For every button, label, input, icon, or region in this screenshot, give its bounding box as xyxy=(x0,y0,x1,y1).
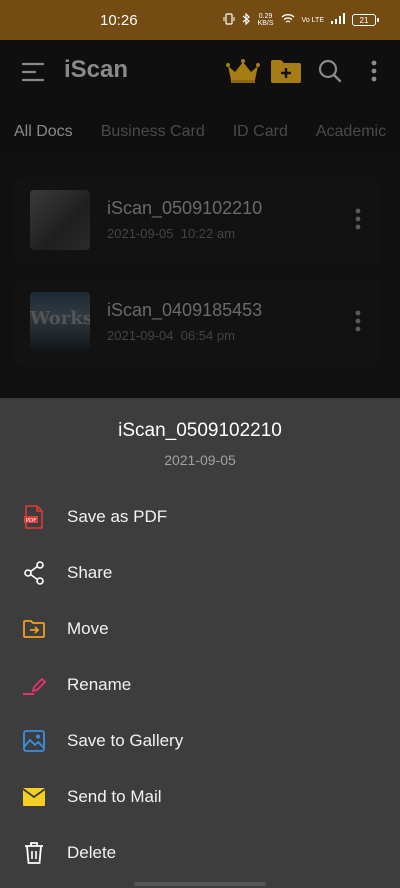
mail-icon xyxy=(22,785,46,809)
add-folder-icon[interactable] xyxy=(270,58,302,89)
tab-academic[interactable]: Academic xyxy=(302,104,400,156)
action-label: Rename xyxy=(67,675,132,694)
home-indicator[interactable] xyxy=(134,882,266,886)
document-name: iScan_0509102210 xyxy=(107,198,263,218)
document-date-value: 2021-09-04 xyxy=(107,328,174,343)
pdf-icon: PDF xyxy=(22,505,46,529)
more-options-icon[interactable] xyxy=(370,59,378,88)
crown-icon[interactable] xyxy=(226,58,260,89)
thumbnail-text: Works® xyxy=(30,308,90,329)
tab-all-docs[interactable]: All Docs xyxy=(0,104,87,158)
document-name: iScan_0409185453 xyxy=(107,300,263,320)
save-to-gallery-button[interactable]: Save to Gallery xyxy=(0,716,400,766)
search-icon[interactable] xyxy=(318,59,342,88)
document-thumbnail: Works® xyxy=(30,292,90,352)
app-bar: iScan xyxy=(0,40,400,104)
sheet-title: iScan_0509102210 xyxy=(118,420,282,441)
action-label: Share xyxy=(67,563,113,582)
sheet-date: 2021-09-05 xyxy=(164,452,236,468)
document-actions-sheet: iScan_0509102210 2021-09-05 PDF Save as … xyxy=(0,398,400,888)
app-title: iScan xyxy=(64,56,129,83)
document-list: iScan_0509102210 2021-09-05 10:22 am Wor… xyxy=(0,156,400,400)
save-as-pdf-button[interactable]: PDF Save as PDF xyxy=(0,492,400,542)
category-tabs: All Docs Business Card ID Card Academic xyxy=(0,104,400,158)
speed-value: 0.29 xyxy=(258,13,273,20)
battery-icon: 21 xyxy=(352,14,379,26)
share-icon xyxy=(22,561,46,585)
action-label: Save as PDF xyxy=(67,507,168,526)
action-label: Save to Gallery xyxy=(67,731,184,750)
move-folder-icon xyxy=(22,617,46,641)
document-date-value: 2021-09-05 xyxy=(107,226,174,241)
document-card[interactable]: iScan_0509102210 2021-09-05 10:22 am xyxy=(14,178,382,264)
gallery-icon xyxy=(22,729,46,753)
document-date: 2021-09-05 10:22 am xyxy=(107,226,235,241)
document-more-icon[interactable] xyxy=(354,208,362,235)
rename-button[interactable]: Rename xyxy=(0,660,400,710)
tab-business-card[interactable]: Business Card xyxy=(87,104,219,156)
bluetooth-icon xyxy=(242,12,251,28)
document-time-value: 10:22 am xyxy=(180,226,235,241)
document-date: 2021-09-04 06:54 pm xyxy=(107,328,235,343)
action-label: Move xyxy=(67,619,109,638)
svg-text:PDF: PDF xyxy=(26,518,37,524)
status-time: 10:26 xyxy=(100,11,138,29)
status-bar: 10:26 0.29 KB/S Vo LTE 21 xyxy=(0,0,400,40)
document-card[interactable]: Works® iScan_0409185453 2021-09-04 06:54… xyxy=(14,280,382,366)
action-label: Send to Mail xyxy=(67,787,162,806)
tab-id-card[interactable]: ID Card xyxy=(219,104,302,156)
pencil-icon xyxy=(22,673,46,697)
vibrate-icon xyxy=(223,12,235,28)
send-to-mail-button[interactable]: Send to Mail xyxy=(0,772,400,822)
network-speed: 0.29 KB/S xyxy=(258,13,274,27)
wifi-icon xyxy=(281,13,295,27)
action-label: Delete xyxy=(67,843,117,862)
document-time-value: 06:54 pm xyxy=(180,328,235,343)
trash-icon xyxy=(22,841,46,865)
network-type: Vo LTE xyxy=(301,16,324,24)
signal-icon xyxy=(331,13,345,27)
document-more-icon[interactable] xyxy=(354,310,362,337)
menu-icon[interactable] xyxy=(21,62,45,87)
status-icons: 0.29 KB/S Vo LTE 21 xyxy=(223,12,379,28)
delete-button[interactable]: Delete xyxy=(0,828,400,878)
move-button[interactable]: Move xyxy=(0,604,400,654)
document-thumbnail xyxy=(30,190,90,250)
share-button[interactable]: Share xyxy=(0,548,400,598)
speed-unit: KB/S xyxy=(257,20,274,27)
